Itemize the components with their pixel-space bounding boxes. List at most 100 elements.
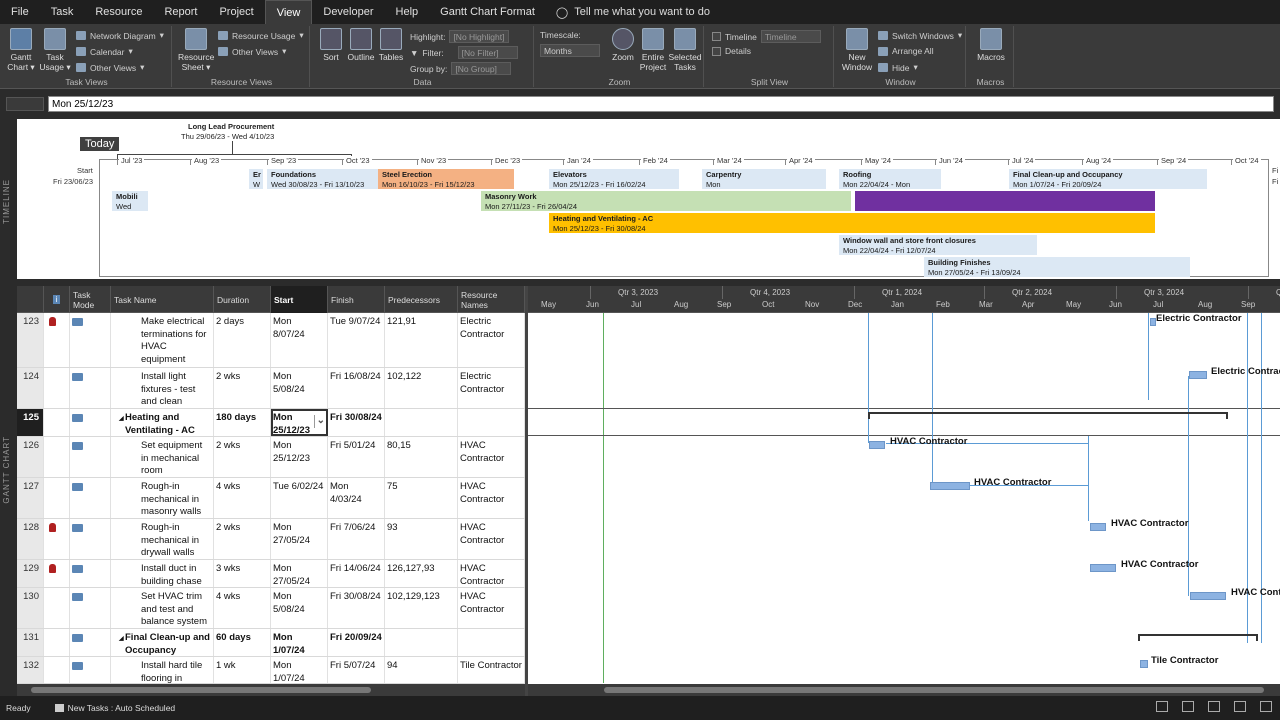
finish-cell[interactable]: Fri 30/08/24 <box>328 588 385 628</box>
entire-project-button[interactable]: Entire Project <box>636 28 670 72</box>
finish-cell[interactable]: Fri 30/08/24 <box>328 409 385 436</box>
task-bar[interactable] <box>1090 564 1116 572</box>
start-cell[interactable]: Mon 25/12/23 ⌄ <box>271 409 328 436</box>
resource-usage-button[interactable]: Resource Usage ▾ <box>218 30 304 41</box>
info-cell[interactable] <box>44 313 70 367</box>
table-row[interactable]: 127 Rough-in mechanical in masonry walls 4… <box>17 478 525 519</box>
table-row[interactable]: 126 Set equipment in mechanical room 2 wks… <box>17 437 525 478</box>
task-usage-shortcut-icon[interactable] <box>1182 701 1194 712</box>
summary-bar[interactable] <box>868 412 1228 419</box>
finish-cell[interactable]: Fri 5/01/24 <box>328 437 385 477</box>
start-cell[interactable]: Mon 5/08/24 <box>271 368 328 408</box>
timeline-task-bar[interactable]: Elevators Mon 25/12/23 - Fri 16/02/24 <box>549 169 679 189</box>
status-new-tasks[interactable]: New Tasks : Auto Scheduled <box>68 703 176 713</box>
timeline-task-bar[interactable]: Carpentry Mon <box>702 169 826 189</box>
predecessors-cell[interactable]: 102,129,123 <box>385 588 458 628</box>
info-cell[interactable] <box>44 437 70 477</box>
predecessors-cell[interactable] <box>385 629 458 656</box>
resource-names-cell[interactable]: HVAC Contractor <box>458 478 525 518</box>
resource-names-cell[interactable]: HVAC Contractor <box>458 437 525 477</box>
row-id-cell[interactable]: 125 <box>17 409 44 436</box>
timeline-task-bar[interactable]: Masonry Work Mon 27/11/23 - Fri 26/04/24 <box>481 191 851 211</box>
task-name-cell[interactable]: Set equipment in mechanical room <box>111 437 214 477</box>
task-mode-cell[interactable] <box>70 560 111 587</box>
row-id-cell[interactable]: 132 <box>17 657 44 683</box>
row-id-cell[interactable]: 130 <box>17 588 44 628</box>
task-mode-cell[interactable] <box>70 313 111 367</box>
chart-scroll-thumb[interactable] <box>604 687 1264 693</box>
start-cell[interactable]: Mon 27/05/24 <box>271 560 328 587</box>
duration-cell[interactable]: 3 wks <box>214 560 271 587</box>
task-name-cell[interactable]: Make electrical terminations for HVAC eq… <box>111 313 214 367</box>
duration-cell[interactable]: 2 wks <box>214 368 271 408</box>
row-id-cell[interactable]: 131 <box>17 629 44 656</box>
duration-cell[interactable]: 60 days <box>214 629 271 656</box>
start-cell[interactable]: Mon 1/07/24 <box>271 657 328 683</box>
task-bar[interactable] <box>1090 523 1106 531</box>
col-header-start[interactable]: Start <box>271 286 328 313</box>
resource-sheet-shortcut-icon[interactable] <box>1234 701 1246 712</box>
duration-cell[interactable]: 1 wk <box>214 657 271 683</box>
collapse-arrow-icon[interactable]: ◢ <box>119 413 124 426</box>
task-bar[interactable] <box>930 482 970 490</box>
task-bar[interactable] <box>1140 660 1148 668</box>
info-cell[interactable] <box>44 629 70 656</box>
filter-dropdown[interactable]: [No Filter] <box>457 46 518 59</box>
table-row[interactable]: 129 Install duct in building chase 3 wks Mo… <box>17 560 525 588</box>
resource-names-cell[interactable]: HVAC Contractor <box>458 519 525 559</box>
info-cell[interactable] <box>44 560 70 587</box>
gantt-view-shortcut-icon[interactable] <box>1156 701 1168 712</box>
info-cell[interactable] <box>44 588 70 628</box>
details-checkbox[interactable] <box>712 46 721 56</box>
timeline-checkbox[interactable] <box>712 32 721 41</box>
predecessors-cell[interactable]: 121,91 <box>385 313 458 367</box>
task-name-cell[interactable]: ◢ Final Clean-up and Occupancy <box>111 629 214 656</box>
finish-cell[interactable]: Fri 16/08/24 <box>328 368 385 408</box>
row-id-cell[interactable]: 126 <box>17 437 44 477</box>
date-picker-dropdown-icon[interactable]: ⌄ <box>313 415 325 428</box>
task-mode-cell[interactable] <box>70 368 111 408</box>
table-row[interactable]: 128 Rough-in mechanical in drywall walls 2… <box>17 519 525 560</box>
entry-cancel-accept-buttons[interactable] <box>6 97 44 111</box>
predecessors-cell[interactable]: 94 <box>385 657 458 683</box>
duration-cell[interactable]: 2 wks <box>214 519 271 559</box>
entry-field[interactable] <box>48 96 1274 112</box>
finish-cell[interactable]: Mon 4/03/24 <box>328 478 385 518</box>
row-id-cell[interactable]: 123 <box>17 313 44 367</box>
macros-button[interactable]: Macros <box>974 28 1008 62</box>
col-header-finish[interactable]: Finish <box>328 286 385 313</box>
tab-project[interactable]: Project <box>208 0 264 24</box>
resource-names-cell[interactable] <box>458 629 525 656</box>
task-name-cell[interactable]: Rough-in mechanical in masonry walls <box>111 478 214 518</box>
timeline-canvas[interactable]: Today Long Lead Procurement Thu 29/06/23… <box>17 119 1280 279</box>
task-name-cell[interactable]: Set HVAC trim and test and balance syste… <box>111 588 214 628</box>
task-bar[interactable] <box>869 441 885 449</box>
task-bar[interactable] <box>1189 371 1207 379</box>
tell-me-search[interactable]: ◯ Tell me what you want to do <box>556 6 710 19</box>
timeline-task-bar[interactable]: Mobili Wed <box>112 191 148 211</box>
task-mode-cell[interactable] <box>70 657 111 683</box>
table-row[interactable]: 123 Make electrical terminations for HVAC… <box>17 313 525 368</box>
predecessors-cell[interactable] <box>385 409 458 436</box>
col-header-task-mode[interactable]: Task Mode <box>70 286 111 313</box>
col-header-predecessors[interactable]: Predecessors <box>385 286 458 313</box>
table-horizontal-scrollbar[interactable] <box>17 684 525 696</box>
timeline-task-bar[interactable]: Final Clean-up and Occupancy Mon 1/07/24 … <box>1009 169 1207 189</box>
task-name-cell[interactable]: Install hard tile flooring in <box>111 657 214 683</box>
arrange-all-button[interactable]: Arrange All <box>878 46 934 56</box>
timeline-task-bar[interactable]: Steel Erection Mon 16/10/23 - Fri 15/12/2… <box>378 169 514 189</box>
timeline-task-bar[interactable]: Foundations Wed 30/08/23 - Fri 13/10/23 <box>267 169 385 189</box>
calendar-button[interactable]: Calendar ▾ <box>76 46 133 57</box>
task-bar[interactable] <box>1190 592 1226 600</box>
start-cell[interactable]: Mon 8/07/24 <box>271 313 328 367</box>
report-shortcut-icon[interactable] <box>1260 701 1272 712</box>
task-other-views-button[interactable]: Other Views ▾ <box>76 62 144 73</box>
task-mode-cell[interactable] <box>70 437 111 477</box>
predecessors-cell[interactable]: 93 <box>385 519 458 559</box>
resource-sheet-button[interactable]: Resource Sheet ▾ <box>178 28 214 72</box>
table-row[interactable]: 130 Set HVAC trim and test and balance sy… <box>17 588 525 629</box>
duration-cell[interactable]: 4 wks <box>214 588 271 628</box>
table-row[interactable]: 124 Install light fixtures - test and cle… <box>17 368 525 409</box>
task-mode-cell[interactable] <box>70 519 111 559</box>
col-header-resource-names[interactable]: Resource Names <box>458 286 525 313</box>
